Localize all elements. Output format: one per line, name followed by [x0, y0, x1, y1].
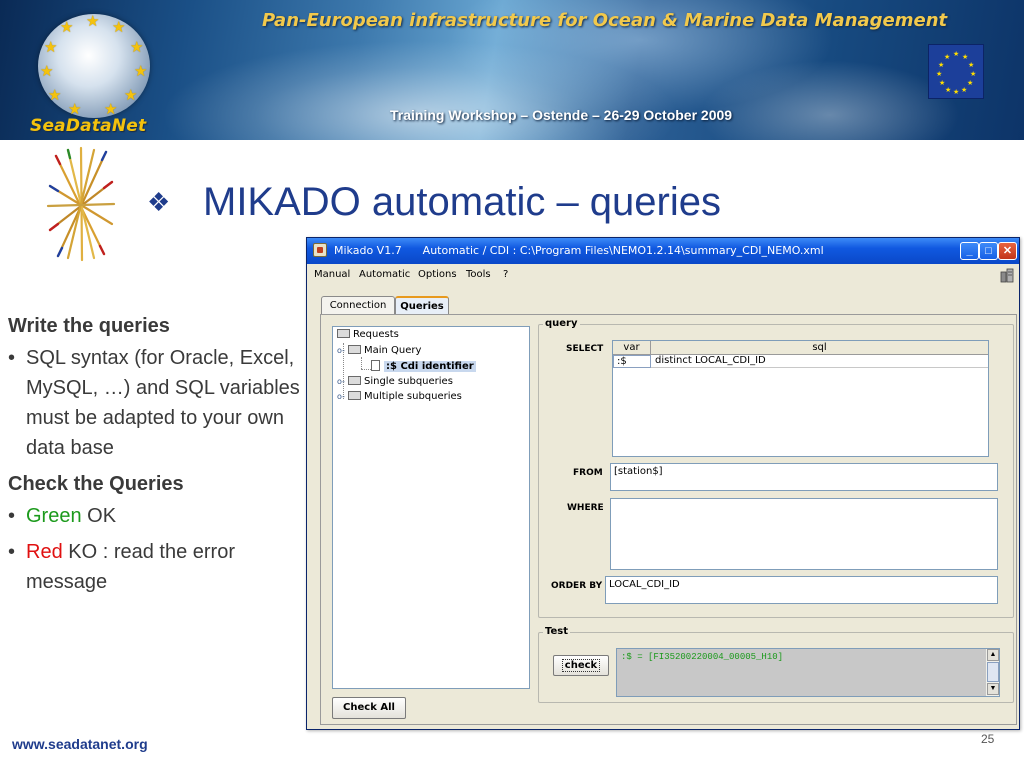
star-icon: ★ [44, 39, 58, 56]
slide-title: MIKADO automatic – queries [203, 180, 721, 224]
scroll-up-arrow-icon[interactable]: ▲ [987, 649, 999, 661]
menu-options[interactable]: Options [418, 269, 457, 280]
banner-title: Pan-European infrastructure for Ocean & … [262, 10, 948, 31]
bullet-sql-syntax: • SQL syntax (for Oracle, Excel, MySQL, … [8, 343, 304, 463]
star-icon: ★ [104, 101, 118, 118]
window-titlebar[interactable]: Mikado V1.7 Automatic / CDI : C:\Program… [307, 238, 1019, 264]
vertical-scrollbar[interactable]: ▲ ▼ [985, 649, 999, 696]
banner-subtitle: Training Workshop – Ostende – 26-29 Octo… [390, 107, 733, 123]
select-label: SELECT [566, 344, 604, 354]
where-label: WHERE [567, 503, 604, 513]
maximize-button[interactable]: □ [979, 242, 998, 260]
query-group-label: query [543, 318, 580, 329]
select-table[interactable]: var sql :$ distinct LOCAL_CDI_ID [612, 340, 989, 457]
title-bullet-icon: ❖ [147, 187, 171, 217]
bullet-icon: • [8, 505, 16, 527]
test-group-label: Test [543, 626, 571, 637]
bullet-green-ok: • Green OK [8, 501, 304, 531]
database-tool-icon[interactable] [999, 267, 1015, 283]
bullet-icon: • [8, 347, 16, 369]
close-button[interactable]: ✕ [998, 242, 1017, 260]
star-icon: ★ [68, 101, 82, 118]
menu-automatic[interactable]: Automatic [359, 269, 410, 280]
minimize-button[interactable]: _ [960, 242, 979, 260]
test-group: Test check :$ = [FI35200220004_00005_H10… [538, 626, 1014, 703]
bullet-red-ko: • Red KO : read the error message [8, 537, 304, 597]
cell-sql[interactable]: distinct LOCAL_CDI_ID [651, 355, 988, 368]
tree-node-cdi-identifier[interactable]: :$ Cdi identifier [371, 360, 476, 372]
test-output-text: :$ = [FI35200220004_00005_H10] [621, 652, 784, 662]
check-all-button[interactable]: Check All [332, 697, 406, 719]
star-icon: ★ [48, 87, 62, 104]
query-group: query SELECT var sql :$ distinct LOCAL_C… [538, 318, 1014, 618]
tab-connection[interactable]: Connection [321, 296, 395, 315]
star-icon: ★ [124, 87, 138, 104]
star-icon: ★ [112, 19, 126, 36]
bullet-text: OK [81, 505, 117, 527]
folder-icon [348, 345, 361, 354]
queries-tab-panel: Requests o- Main Query :$ Cdi identifier … [320, 314, 1017, 725]
menu-manual[interactable]: Manual [314, 269, 350, 280]
tab-queries[interactable]: Queries [395, 296, 449, 315]
java-app-icon [313, 243, 327, 257]
from-field[interactable]: [station$] [610, 463, 998, 491]
order-by-field[interactable]: LOCAL_CDI_ID [605, 576, 998, 604]
document-icon [371, 360, 380, 371]
star-icon: ★ [130, 39, 144, 56]
column-header-var[interactable]: var [613, 341, 651, 355]
bullet-icon: • [8, 541, 16, 563]
star-icon: ★ [60, 19, 74, 36]
query-tree[interactable]: Requests o- Main Query :$ Cdi identifier … [332, 326, 530, 689]
logo-text: SeaDataNet [30, 116, 147, 136]
tree-node-requests[interactable]: Requests [337, 329, 399, 340]
star-icon: ★ [40, 63, 54, 80]
window-title: Mikado V1.7 Automatic / CDI : C:\Program… [334, 244, 824, 257]
column-header-sql[interactable]: sql [651, 341, 988, 355]
check-button-label: check [561, 659, 601, 672]
tree-node-label: Single subqueries [364, 376, 453, 387]
scroll-down-arrow-icon[interactable]: ▼ [987, 683, 999, 695]
mikado-window: Mikado V1.7 Automatic / CDI : C:\Program… [306, 237, 1020, 730]
tree-node-label: Requests [353, 329, 399, 340]
order-by-label: ORDER BY [551, 581, 603, 591]
check-button[interactable]: check [553, 655, 609, 676]
tree-node-label: :$ Cdi identifier [384, 361, 476, 372]
menu-tools[interactable]: Tools [466, 269, 491, 280]
red-label: Red [26, 541, 63, 563]
from-label: FROM [573, 468, 603, 478]
star-icon: ★ [86, 13, 100, 30]
star-icon: ★ [134, 63, 148, 80]
menu-bar: Manual Automatic Options Tools ? [307, 264, 1019, 286]
tree-node-single-subqueries[interactable]: o- Single subqueries [337, 376, 453, 387]
green-label: Green [26, 505, 82, 527]
folder-icon [348, 391, 361, 400]
tree-node-main-query[interactable]: o- Main Query [337, 345, 421, 356]
eu-flag-icon: ★ ★ ★ ★ ★ ★ ★ ★ ★ ★ ★ ★ [928, 44, 984, 99]
cell-var[interactable]: :$ [613, 355, 651, 368]
menu-help[interactable]: ? [503, 269, 508, 280]
tree-node-label: Main Query [364, 345, 422, 356]
page-number: 25 [981, 732, 995, 746]
mikado-sticks-icon [46, 146, 116, 262]
heading-check-queries: Check the Queries [8, 473, 184, 495]
test-output-area[interactable]: :$ = [FI35200220004_00005_H10] ▲ ▼ [616, 648, 1000, 697]
where-field[interactable] [610, 498, 998, 570]
folder-icon [337, 329, 350, 338]
expand-toggle-icon[interactable]: o- [337, 377, 346, 386]
tree-node-multiple-subqueries[interactable]: o- Multiple subqueries [337, 391, 462, 402]
expand-toggle-icon[interactable]: o- [337, 392, 346, 401]
footer-url[interactable]: www.seadatanet.org [12, 736, 148, 752]
bullet-text: SQL syntax (for Oracle, Excel, MySQL, …)… [26, 347, 300, 459]
left-text-panel: Write the queries • SQL syntax (for Orac… [8, 311, 304, 603]
collapse-toggle-icon[interactable]: o- [337, 346, 346, 355]
scroll-thumb[interactable] [987, 662, 999, 682]
header-banner: ★ ★ ★ ★ ★ ★ ★ ★ ★ ★ ★ SeaDataNet Pan-Eur… [0, 0, 1024, 140]
tree-node-label: Multiple subqueries [364, 391, 462, 402]
folder-icon [348, 376, 361, 385]
heading-write-queries: Write the queries [8, 315, 170, 337]
